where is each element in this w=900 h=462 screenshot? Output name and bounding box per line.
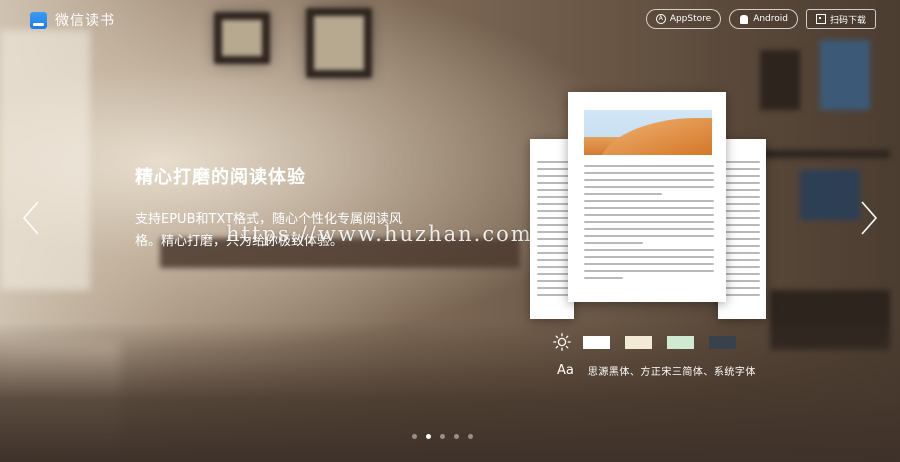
next-slide-button[interactable] xyxy=(860,198,878,238)
theme-swatch-green[interactable] xyxy=(667,335,694,349)
theme-selector xyxy=(553,333,751,351)
font-options: Aa 思源黑体、方正宋三简体、系统字体 xyxy=(557,363,756,378)
qr-download-label: 扫码下载 xyxy=(829,15,866,26)
chevron-right-icon xyxy=(861,201,878,235)
reading-preview xyxy=(530,92,766,324)
android-icon xyxy=(739,14,749,24)
carousel-dot[interactable] xyxy=(454,434,459,439)
app-logo[interactable]: 微信读书 xyxy=(30,10,115,30)
theme-swatch-beige[interactable] xyxy=(625,335,652,349)
carousel-pagination xyxy=(412,434,473,439)
top-bar: 微信读书 A AppStore Android 扫码下载 xyxy=(0,0,900,38)
background-window xyxy=(0,30,90,290)
font-size-icon: Aa xyxy=(557,363,574,378)
qr-download-button[interactable]: 扫码下载 xyxy=(805,9,876,29)
appstore-label: AppStore xyxy=(669,14,712,24)
background-floor xyxy=(0,322,900,462)
chevron-left-icon xyxy=(22,201,39,235)
carousel-dot[interactable] xyxy=(440,434,445,439)
appstore-icon: A xyxy=(655,14,666,24)
hero-title: 精心打磨的阅读体验 xyxy=(135,167,306,188)
app-name: 微信读书 xyxy=(55,13,115,29)
font-list: 思源黑体、方正宋三简体、系统字体 xyxy=(587,367,756,378)
android-button[interactable]: Android xyxy=(729,9,798,29)
appstore-button[interactable]: A AppStore xyxy=(645,9,722,29)
android-label: Android xyxy=(753,14,788,24)
download-buttons: A AppStore Android 扫码下载 xyxy=(645,9,876,29)
weread-logo-icon xyxy=(30,11,47,29)
carousel-dot[interactable] xyxy=(468,434,473,439)
carousel-dot[interactable] xyxy=(426,434,431,439)
theme-swatch-dark[interactable] xyxy=(709,335,736,349)
sun-icon[interactable] xyxy=(553,333,571,351)
desert-dune-image xyxy=(584,110,712,155)
qr-code-icon xyxy=(815,14,826,24)
preview-page-center xyxy=(568,92,726,302)
carousel-dot[interactable] xyxy=(412,434,417,439)
previous-slide-button[interactable] xyxy=(22,198,40,238)
theme-swatch-white[interactable] xyxy=(583,335,610,349)
